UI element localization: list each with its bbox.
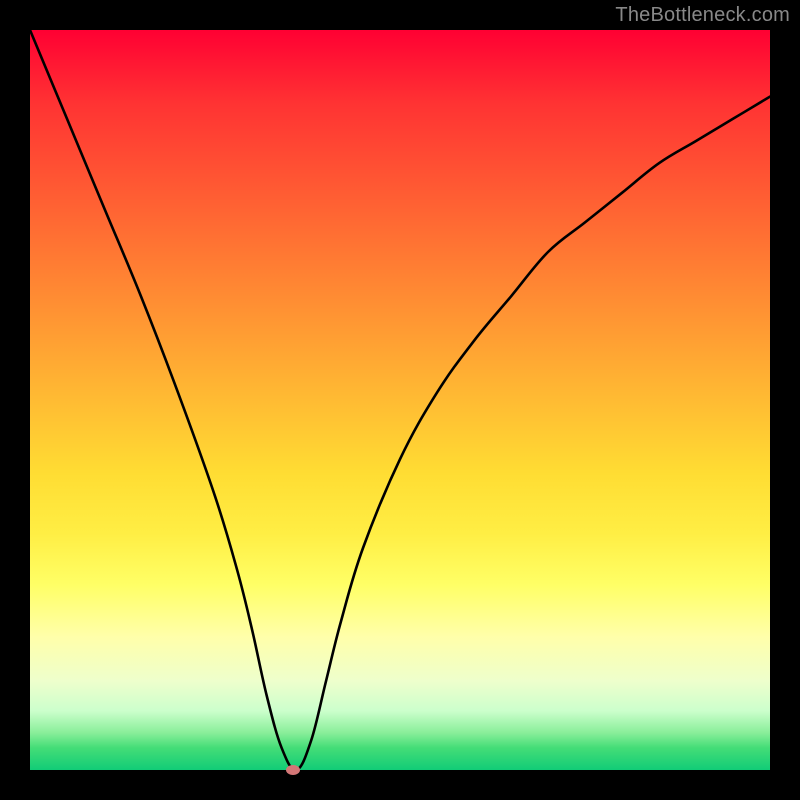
chart-frame: TheBottleneck.com: [0, 0, 800, 800]
plot-area: [30, 30, 770, 770]
bottleneck-curve: [30, 30, 770, 770]
minimum-marker: [286, 765, 300, 775]
watermark-label: TheBottleneck.com: [615, 4, 790, 27]
